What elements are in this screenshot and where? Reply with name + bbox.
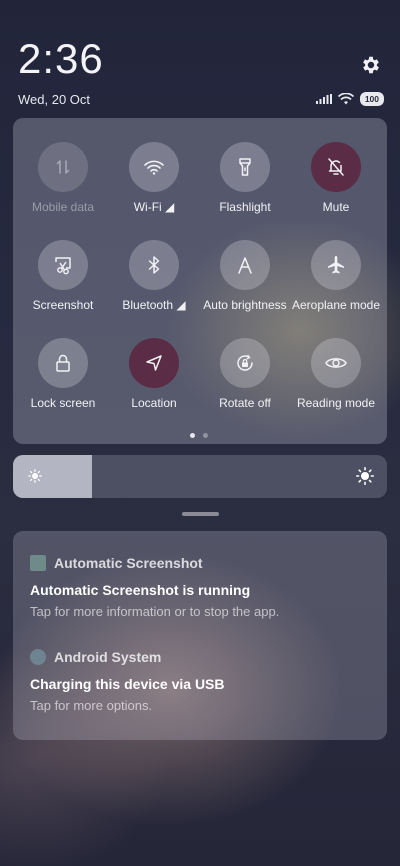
mobile-data-button[interactable] bbox=[38, 142, 88, 192]
tile-mute[interactable]: Mute bbox=[290, 142, 382, 214]
wifi-signal-icon bbox=[337, 93, 354, 105]
auto-brightness-button[interactable] bbox=[220, 240, 270, 290]
notification-text: Tap for more options. bbox=[30, 698, 153, 713]
flashlight-icon bbox=[239, 158, 251, 176]
tile-screenshot[interactable]: Screenshot bbox=[17, 240, 109, 312]
notification-header: Android System bbox=[30, 649, 370, 665]
notification-app-name: Android System bbox=[54, 649, 162, 665]
tile-bluetooth[interactable]: Bluetooth ◢ bbox=[108, 240, 200, 312]
tile-mobile-data[interactable]: Mobile data bbox=[17, 142, 109, 214]
brightness-slider[interactable] bbox=[13, 455, 387, 498]
tile-label: Wi-Fi ◢ bbox=[133, 200, 175, 214]
brightness-low-icon bbox=[28, 469, 42, 483]
tile-flashlight[interactable]: Flashlight bbox=[199, 142, 291, 214]
page-dot-active bbox=[190, 433, 195, 438]
tile-label: Mute bbox=[322, 200, 350, 214]
notification-app-name: Automatic Screenshot bbox=[54, 555, 203, 571]
aeroplane-button[interactable] bbox=[311, 240, 361, 290]
android-system-icon bbox=[30, 649, 46, 665]
tile-label: Bluetooth ◢ bbox=[122, 298, 186, 312]
tile-label: Screenshot bbox=[32, 298, 94, 312]
reading-mode-button[interactable] bbox=[311, 338, 361, 388]
page-indicator bbox=[190, 433, 208, 438]
tile-label: Flashlight bbox=[219, 200, 271, 214]
notification-header: Automatic Screenshot bbox=[30, 555, 370, 571]
clock-time: 2:36 bbox=[18, 35, 104, 82]
tile-label: Mobile data bbox=[31, 200, 95, 214]
flashlight-button[interactable] bbox=[220, 142, 270, 192]
bluetooth-button[interactable] bbox=[129, 240, 179, 290]
location-button[interactable] bbox=[129, 338, 179, 388]
wifi-icon bbox=[144, 160, 164, 175]
lock-screen-button[interactable] bbox=[38, 338, 88, 388]
rotate-lock-icon bbox=[237, 354, 253, 371]
bell-off-icon bbox=[328, 158, 344, 176]
auto-brightness-icon bbox=[238, 257, 252, 274]
location-icon bbox=[146, 355, 162, 371]
tile-auto-brightness[interactable]: Auto brightness bbox=[199, 240, 291, 312]
mute-button[interactable] bbox=[311, 142, 361, 192]
page-dot bbox=[203, 433, 208, 438]
tile-location[interactable]: Location bbox=[108, 338, 200, 410]
tile-aeroplane[interactable]: Aeroplane mode bbox=[290, 240, 382, 312]
airplane-icon bbox=[328, 256, 344, 274]
clock-date: Wed, 20 Oct bbox=[18, 92, 91, 107]
tile-label: Reading mode bbox=[296, 396, 376, 410]
status-bar: 100 bbox=[315, 92, 384, 106]
notification-group: Automatic Screenshot Automatic Screensho… bbox=[13, 531, 387, 740]
lock-icon bbox=[56, 354, 70, 372]
drag-handle[interactable] bbox=[182, 512, 219, 516]
notification-text: Tap for more information or to stop the … bbox=[30, 604, 280, 619]
tile-label: Aeroplane mode bbox=[291, 298, 381, 312]
wifi-button[interactable] bbox=[129, 142, 179, 192]
cellular-signal-icon bbox=[315, 94, 332, 104]
tile-label: Location bbox=[131, 396, 177, 410]
notification-android-system[interactable]: Android System Charging this device via … bbox=[30, 649, 370, 713]
tile-label: Auto brightness bbox=[203, 298, 287, 312]
brightness-fill bbox=[13, 455, 92, 498]
tile-label: Rotate off bbox=[219, 396, 271, 410]
mobile-data-icon bbox=[56, 160, 70, 174]
notification-automatic-screenshot[interactable]: Automatic Screenshot Automatic Screensho… bbox=[30, 555, 370, 619]
tile-wifi[interactable]: Wi-Fi ◢ bbox=[108, 142, 200, 214]
tile-label: Lock screen bbox=[30, 396, 96, 410]
eye-icon bbox=[325, 358, 347, 368]
battery-indicator: 100 bbox=[359, 92, 384, 106]
tile-lock-screen[interactable]: Lock screen bbox=[17, 338, 109, 410]
bluetooth-icon bbox=[148, 256, 160, 274]
rotate-button[interactable] bbox=[220, 338, 270, 388]
tile-reading-mode[interactable]: Reading mode bbox=[290, 338, 382, 410]
tile-rotate[interactable]: Rotate off bbox=[199, 338, 291, 410]
notification-title: Automatic Screenshot is running bbox=[30, 582, 251, 598]
notification-title: Charging this device via USB bbox=[30, 676, 225, 692]
brightness-high-icon bbox=[356, 467, 374, 485]
screenshot-button[interactable] bbox=[38, 240, 88, 290]
screenshot-icon bbox=[55, 257, 71, 275]
settings-gear-icon[interactable] bbox=[360, 54, 382, 76]
app-square-icon bbox=[30, 555, 46, 571]
